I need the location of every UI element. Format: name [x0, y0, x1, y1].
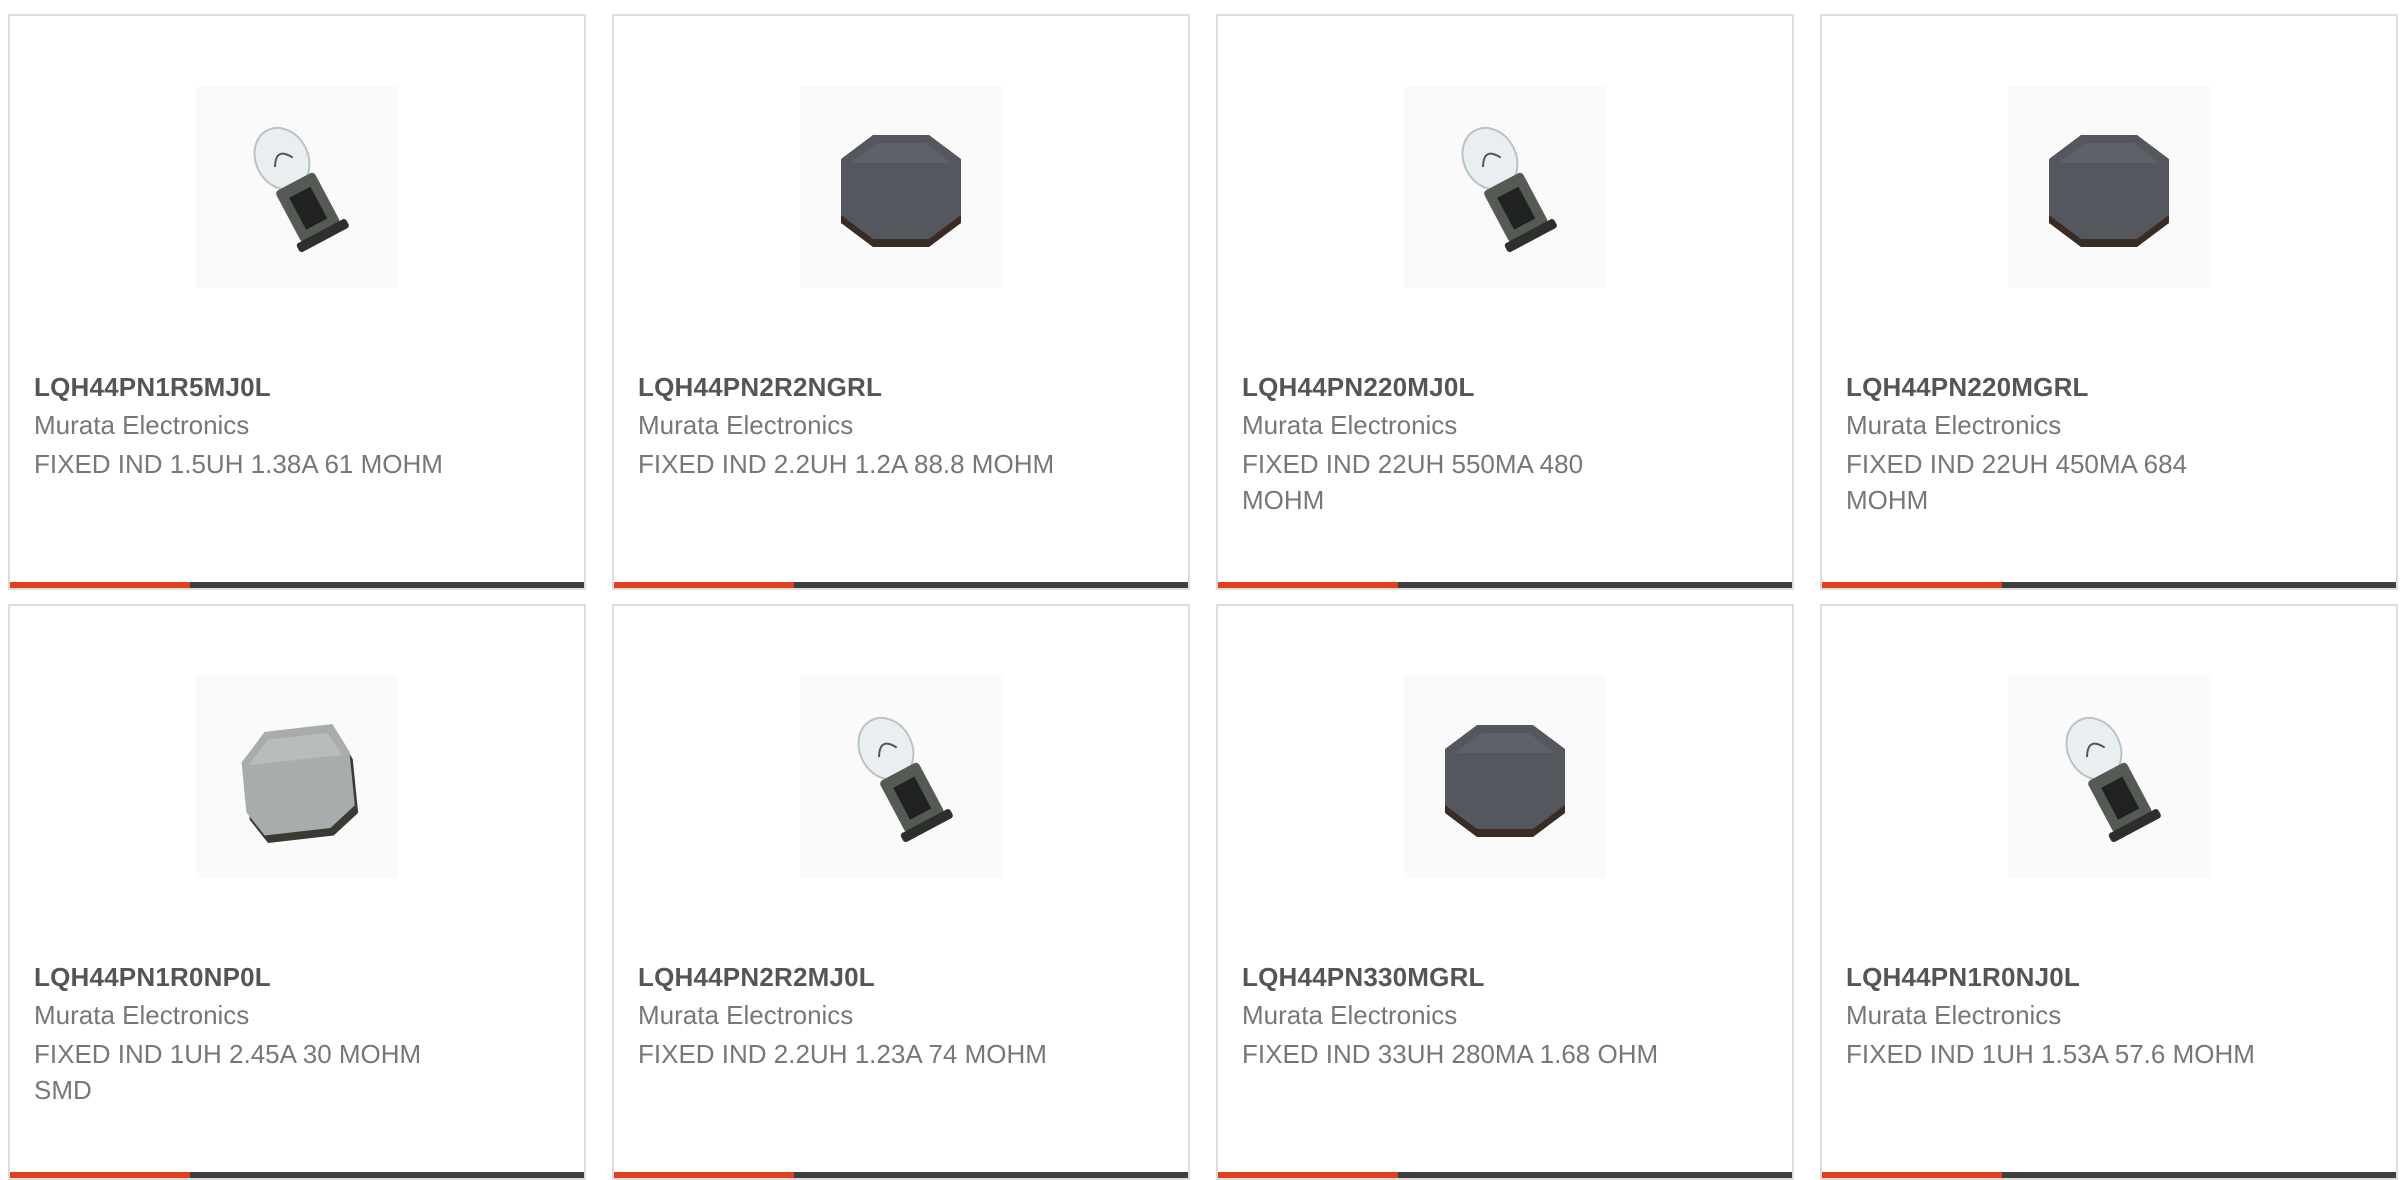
card-bar-accent: [614, 582, 794, 588]
part-number[interactable]: LQH44PN220MGRL: [1846, 372, 2089, 403]
manufacturer: Murata Electronics: [638, 410, 854, 440]
card-bar: [1822, 582, 2396, 588]
product-image[interactable]: [2008, 676, 2210, 878]
product-card[interactable]: LQH44PN220MJ0L Murata Electronics FIXED …: [1216, 14, 1794, 590]
product-card[interactable]: LQH44PN1R0NP0L Murata Electronics FIXED …: [8, 604, 586, 1180]
product-card[interactable]: LQH44PN330MGRL Murata Electronics FIXED …: [1216, 604, 1794, 1180]
product-image[interactable]: [2008, 86, 2210, 288]
bulb-icon: [1461, 126, 1557, 253]
part-number[interactable]: LQH44PN2R2NGRL: [638, 372, 882, 403]
part-number[interactable]: LQH44PN1R0NJ0L: [1846, 962, 2080, 993]
product-description: FIXED IND 1.5UH 1.38A 61 MOHM: [34, 449, 443, 479]
product-image[interactable]: [1404, 86, 1606, 288]
card-bar: [1218, 582, 1792, 588]
part-number[interactable]: LQH44PN1R5MJ0L: [34, 372, 271, 403]
product-description: FIXED IND 33UH 280MA 1.68 OHM: [1242, 1039, 1659, 1069]
card-bar-accent: [614, 1172, 794, 1178]
dark-inductor-icon: [2049, 135, 2169, 247]
card-bar: [614, 582, 1188, 588]
product-description: FIXED IND 2.2UH 1.2A 88.8 MOHM: [638, 449, 1055, 479]
part-number[interactable]: LQH44PN2R2MJ0L: [638, 962, 875, 993]
manufacturer: Murata Electronics: [1242, 1000, 1458, 1030]
card-bar: [614, 1172, 1188, 1178]
manufacturer: Murata Electronics: [34, 1000, 250, 1030]
dark-inductor-icon: [1445, 725, 1565, 837]
bulb-icon: [253, 126, 349, 253]
product-card[interactable]: LQH44PN2R2NGRL Murata Electronics FIXED …: [612, 14, 1190, 590]
dark-inductor-icon: [841, 135, 961, 247]
bulb-icon: [2065, 716, 2161, 843]
product-image[interactable]: [800, 86, 1002, 288]
card-bar-accent: [1822, 1172, 2002, 1178]
product-image[interactable]: [800, 676, 1002, 878]
product-image[interactable]: [1404, 676, 1606, 878]
product-grid: LQH44PN1R5MJ0L Murata Electronics FIXED …: [0, 0, 2400, 1180]
product-description: FIXED IND 1UH 1.53A 57.6 MOHM: [1846, 1039, 2255, 1069]
manufacturer: Murata Electronics: [1846, 1000, 2062, 1030]
card-bar-accent: [1218, 1172, 1398, 1178]
product-description: FIXED IND 2.2UH 1.23A 74 MOHM: [638, 1039, 1047, 1069]
product-description: FIXED IND 22UH 450MA 684 MOHM: [1846, 449, 2188, 515]
product-description: FIXED IND 22UH 550MA 480 MOHM: [1242, 449, 1584, 515]
bulb-icon: [857, 716, 953, 843]
manufacturer: Murata Electronics: [34, 410, 250, 440]
product-card[interactable]: LQH44PN1R0NJ0L Murata Electronics FIXED …: [1820, 604, 2398, 1180]
grey-inductor-icon: [241, 724, 359, 844]
product-image[interactable]: [196, 86, 398, 288]
card-bar: [1822, 1172, 2396, 1178]
card-bar-accent: [10, 582, 190, 588]
product-card[interactable]: LQH44PN2R2MJ0L Murata Electronics FIXED …: [612, 604, 1190, 1180]
card-bar-accent: [10, 1172, 190, 1178]
part-number[interactable]: LQH44PN1R0NP0L: [34, 962, 271, 993]
product-card[interactable]: LQH44PN1R5MJ0L Murata Electronics FIXED …: [8, 14, 586, 590]
product-card[interactable]: LQH44PN220MGRL Murata Electronics FIXED …: [1820, 14, 2398, 590]
manufacturer: Murata Electronics: [1846, 410, 2062, 440]
manufacturer: Murata Electronics: [638, 1000, 854, 1030]
product-image[interactable]: [196, 676, 398, 878]
card-bar: [1218, 1172, 1792, 1178]
part-number[interactable]: LQH44PN220MJ0L: [1242, 372, 1475, 403]
card-bar-accent: [1822, 582, 2002, 588]
product-description: FIXED IND 1UH 2.45A 30 MOHM SMD: [34, 1039, 422, 1105]
card-bar: [10, 582, 584, 588]
card-bar: [10, 1172, 584, 1178]
part-number[interactable]: LQH44PN330MGRL: [1242, 962, 1485, 993]
card-bar-accent: [1218, 582, 1398, 588]
manufacturer: Murata Electronics: [1242, 410, 1458, 440]
